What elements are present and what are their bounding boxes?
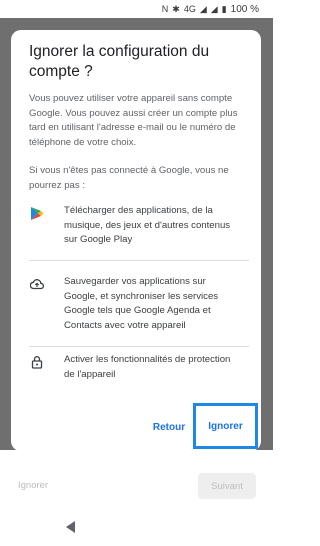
signal-icon: ◢: [199, 3, 207, 14]
network-type-label: 4G: [183, 3, 196, 14]
cloud-upload-icon: [29, 276, 45, 292]
nav-back-icon[interactable]: [64, 520, 78, 534]
dialog-paragraph-1: Vous pouvez utiliser votre appareil sans…: [29, 93, 238, 148]
feature-item-google-play: Télécharger des applications, de la musi…: [29, 204, 249, 248]
feature-text-backup: Sauvegarder vos applications sur Google,…: [64, 276, 219, 331]
skip-account-dialog: Ignorer la configuration du compte ? Vou…: [11, 30, 261, 451]
bluetooth-icon: ✱: [172, 3, 180, 14]
feature-text-google-play: Télécharger des applications, de la musi…: [64, 205, 231, 245]
wifi-icon: ◢: [210, 3, 218, 14]
status-bar: N ✱ 4G ◢ ◢ ▮ 100 %: [0, 0, 273, 18]
nfc-icon: N: [161, 3, 169, 14]
skip-button[interactable]: Ignorer: [196, 406, 255, 446]
back-button[interactable]: Retour: [149, 418, 189, 436]
dialog-paragraph-2: Si vous n'êtes pas connecté à Google, vo…: [29, 165, 229, 191]
feature-text-device-protection: Activer les fonctionnalités de protectio…: [64, 354, 231, 380]
background-skip-button[interactable]: Ignorer: [18, 480, 48, 491]
background-next-button[interactable]: Suivant: [198, 473, 256, 499]
feature-item-device-protection: Activer les fonctionnalités de protectio…: [29, 353, 249, 382]
background-next-label: Suivant: [211, 480, 243, 492]
dialog-title: Ignorer la configuration du compte ?: [29, 43, 210, 80]
feature-item-backup: Sauvegarder vos applications sur Google,…: [29, 275, 249, 333]
skip-button-highlight: Ignorer: [193, 403, 258, 449]
setup-page-footer: Ignorer Suivant: [0, 450, 273, 546]
google-play-icon: [29, 205, 45, 221]
feature-divider: [29, 346, 249, 347]
battery-percentage: 100 %: [230, 3, 259, 15]
battery-icon: ▮: [221, 3, 227, 14]
feature-divider: [29, 260, 249, 261]
lock-icon: [29, 354, 45, 370]
